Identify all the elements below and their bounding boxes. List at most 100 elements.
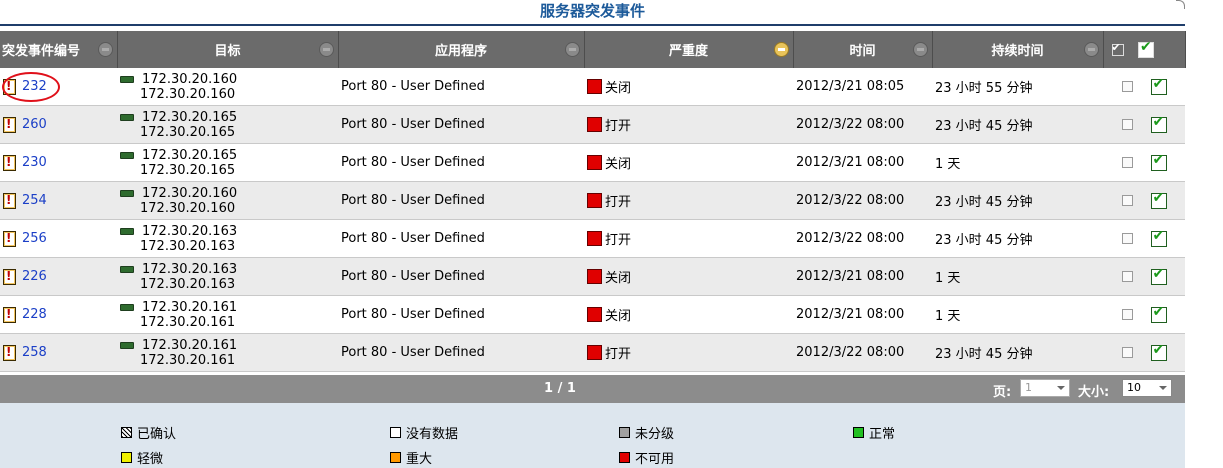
severity-swatch [587, 193, 602, 208]
target-ip: 172.30.20.165 [142, 109, 238, 125]
table-row[interactable]: 256172.30.20.163172.30.20.163Port 80 - U… [0, 219, 1185, 258]
col-header-actions [1103, 31, 1186, 68]
acknowledge-icon[interactable] [1150, 304, 1167, 323]
incident-alert-icon [3, 268, 16, 285]
incident-id-cell: 256 [0, 219, 117, 258]
application-cell: Port 80 - User Defined [338, 257, 584, 296]
server-icon [120, 227, 134, 235]
incident-alert-icon [3, 154, 16, 171]
application-cell: Port 80 - User Defined [338, 295, 584, 334]
incident-id-link[interactable]: 256 [22, 231, 47, 246]
incident-id-link[interactable]: 232 [22, 79, 47, 94]
table-row[interactable]: 260172.30.20.165172.30.20.165Port 80 - U… [0, 105, 1185, 144]
incident-alert-icon [3, 78, 16, 95]
target-cell: 172.30.20.165 172.30.20.165 [117, 105, 338, 144]
incident-alert-icon [3, 116, 16, 133]
acknowledge-all-icon[interactable] [1138, 39, 1155, 58]
row-checkbox[interactable] [1121, 195, 1133, 206]
severity-cell: 关闭 [584, 68, 793, 106]
target-cell: 172.30.20.160 172.30.20.160 [117, 68, 338, 106]
server-icon [120, 303, 134, 311]
target-cell: 172.30.20.163 172.30.20.163 [117, 257, 338, 296]
table-row[interactable]: 230172.30.20.165172.30.20.165Port 80 - U… [0, 143, 1185, 182]
application-cell: Port 80 - User Defined [338, 181, 584, 220]
table-row[interactable]: 258172.30.20.161172.30.20.161Port 80 - U… [0, 333, 1185, 372]
col-header-duration[interactable]: 持续时间 [932, 31, 1104, 68]
incident-id-link[interactable]: 260 [22, 117, 47, 132]
col-header-severity[interactable]: 严重度 [584, 31, 794, 68]
duration-cell: 23 小时 55 分钟 [932, 68, 1103, 106]
col-header-time[interactable]: 时间 [793, 31, 933, 68]
time-cell: 2012/3/21 08:00 [793, 143, 932, 182]
duration-cell: 23 小时 45 分钟 [932, 105, 1103, 144]
row-checkbox[interactable] [1121, 309, 1133, 320]
incident-table: 突发事件编号 目标 应用程序 严重度 时间 持续时间 232 172.30.20.… [0, 31, 1186, 372]
size-label: 大小: [1078, 385, 1110, 400]
severity-cell: 关闭 [584, 257, 793, 296]
incident-id-link[interactable]: 230 [22, 155, 47, 170]
severity-swatch [587, 79, 602, 94]
table-row[interactable]: 254 172.30.20.160172.30.20.160 Port 80 - U… [0, 181, 1185, 220]
size-select[interactable]: 10 [1122, 379, 1172, 397]
chevron-down-icon [1159, 386, 1167, 390]
select-all-icon[interactable] [1111, 41, 1124, 56]
sort-icon[interactable] [912, 42, 928, 57]
row-checkbox[interactable] [1121, 157, 1133, 168]
severity-swatch [587, 307, 602, 322]
action-cell [1103, 68, 1185, 106]
acknowledge-icon[interactable] [1150, 76, 1167, 95]
target-ip: 172.30.20.160 [140, 200, 236, 216]
row-checkbox[interactable] [1121, 233, 1133, 244]
incident-id-link[interactable]: 226 [22, 269, 47, 284]
duration-cell: 1 天 [932, 257, 1103, 296]
col-header-application[interactable]: 应用程序 [338, 31, 585, 68]
acknowledge-icon[interactable] [1150, 228, 1167, 247]
sort-active-icon[interactable] [773, 42, 789, 57]
row-checkbox[interactable] [1121, 347, 1133, 358]
target-ip: 172.30.20.160 [142, 185, 238, 201]
duration-cell: 23 小时 45 分钟 [932, 219, 1103, 258]
col-header-incident-id[interactable]: 突发事件编号 [0, 31, 118, 68]
target-ip: 172.30.20.163 [140, 276, 236, 292]
legend-swatch [121, 452, 132, 463]
time-cell: 2012/3/22 08:00 [793, 181, 932, 220]
sort-icon[interactable] [1083, 42, 1099, 57]
legend-swatch [390, 452, 401, 463]
server-icon [120, 113, 134, 121]
sort-icon[interactable] [318, 42, 334, 57]
row-checkbox[interactable] [1121, 81, 1133, 92]
server-icon [120, 341, 134, 349]
server-icon [120, 151, 134, 159]
acknowledge-icon[interactable] [1150, 152, 1167, 171]
table-row[interactable]: 226 172.30.20.163172.30.20.163Port 80 - U… [0, 257, 1185, 296]
severity-cell: 打开 [584, 333, 793, 372]
table-row[interactable]: 228172.30.20.161172.30.20.161Port 80 - U… [0, 295, 1185, 334]
acknowledge-icon[interactable] [1150, 266, 1167, 285]
page-select[interactable]: 1 [1020, 379, 1070, 397]
col-header-target[interactable]: 目标 [117, 31, 339, 68]
acknowledge-icon[interactable] [1150, 114, 1167, 133]
application-cell: Port 80 - User Defined [338, 143, 584, 182]
action-cell [1103, 219, 1185, 258]
severity-status: 关闭 [605, 271, 632, 286]
sort-icon[interactable] [97, 42, 113, 57]
table-row[interactable]: 232172.30.20.160172.30.20.160Port 80 - U… [0, 68, 1185, 106]
row-checkbox[interactable] [1121, 271, 1133, 282]
server-icon [120, 189, 134, 197]
incident-panel: 服务器突发事件 突发事件编号 目标 应用程序 严重度 时间 持续时间 232 17… [0, 0, 1186, 468]
incident-id-link[interactable]: 254 [22, 193, 47, 208]
incident-alert-icon [3, 230, 16, 247]
acknowledge-icon[interactable] [1150, 190, 1167, 209]
duration-cell: 23 小时 45 分钟 [932, 333, 1103, 372]
row-checkbox[interactable] [1121, 119, 1133, 130]
duration-cell: 1 天 [932, 295, 1103, 334]
severity-swatch [587, 155, 602, 170]
page-count: 1 / 1 [544, 381, 576, 396]
incident-id-link[interactable]: 228 [22, 307, 47, 322]
action-cell [1103, 143, 1185, 182]
sort-icon[interactable] [564, 42, 580, 57]
acknowledge-icon[interactable] [1150, 342, 1167, 361]
incident-id-cell: 258 [0, 333, 117, 372]
incident-id-link[interactable]: 258 [22, 345, 47, 360]
target-ip: 172.30.20.160 [140, 86, 236, 102]
